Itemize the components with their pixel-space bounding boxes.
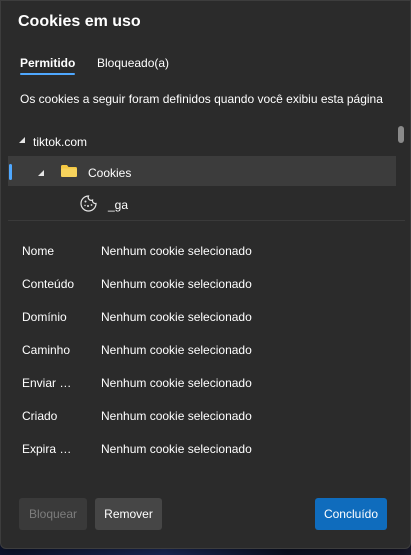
tab-selected-indicator <box>20 73 76 75</box>
detail-key: Expira em <box>22 442 76 456</box>
detail-value: Nenhum cookie selecionado <box>101 244 252 258</box>
tree-node-cookies-label: Cookies <box>88 166 132 180</box>
detail-key: Domínio <box>22 310 67 324</box>
detail-value: Nenhum cookie selecionado <box>101 409 252 423</box>
detail-value: Nenhum cookie selecionado <box>101 442 252 456</box>
tab-blocked[interactable]: Bloqueado(a) <box>97 56 169 70</box>
tree-node-site[interactable]: tiktok.com <box>8 125 396 155</box>
tree-node-cookie-ga[interactable]: _ga <box>8 189 396 219</box>
cookie-tree[interactable]: tiktok.com Cookies _ga <box>8 123 405 221</box>
detail-value: Nenhum cookie selecionado <box>101 277 252 291</box>
detail-key: Nome <box>22 244 55 258</box>
tab-allowed-label: Permitido <box>20 56 76 70</box>
cookies-in-use-dialog: Cookies em uso Permitido Bloqueado(a) Os… <box>0 0 411 549</box>
cookie-icon <box>80 195 97 212</box>
block-button[interactable]: Bloquear <box>19 498 87 530</box>
folder-icon <box>61 165 77 177</box>
detail-value: Nenhum cookie selecionado <box>101 343 252 357</box>
tree-node-site-label: tiktok.com <box>33 135 88 149</box>
dialog-description: Os cookies a seguir foram definidos quan… <box>20 92 383 106</box>
detail-key: Caminho <box>22 343 71 357</box>
detail-value: Nenhum cookie selecionado <box>101 376 252 390</box>
tree-node-cookies-folder[interactable]: Cookies <box>8 156 396 186</box>
tab-allowed[interactable]: Permitido <box>20 56 76 75</box>
selection-indicator <box>9 164 12 180</box>
dialog-title: Cookies em uso <box>18 13 141 30</box>
done-button[interactable]: Concluído <box>315 498 387 530</box>
expand-triangle-icon[interactable] <box>38 170 44 176</box>
detail-key: Criado <box>22 409 58 423</box>
remove-button[interactable]: Remover <box>95 498 162 530</box>
expand-triangle-icon[interactable] <box>19 137 25 143</box>
tree-node-cookie-label: _ga <box>108 198 129 212</box>
detail-key: Conteúdo <box>22 277 75 291</box>
tab-blocked-label: Bloqueado(a) <box>97 56 170 70</box>
detail-key: Enviar para <box>22 376 76 390</box>
tree-scrollbar-thumb[interactable] <box>398 126 404 143</box>
detail-value: Nenhum cookie selecionado <box>101 310 252 324</box>
